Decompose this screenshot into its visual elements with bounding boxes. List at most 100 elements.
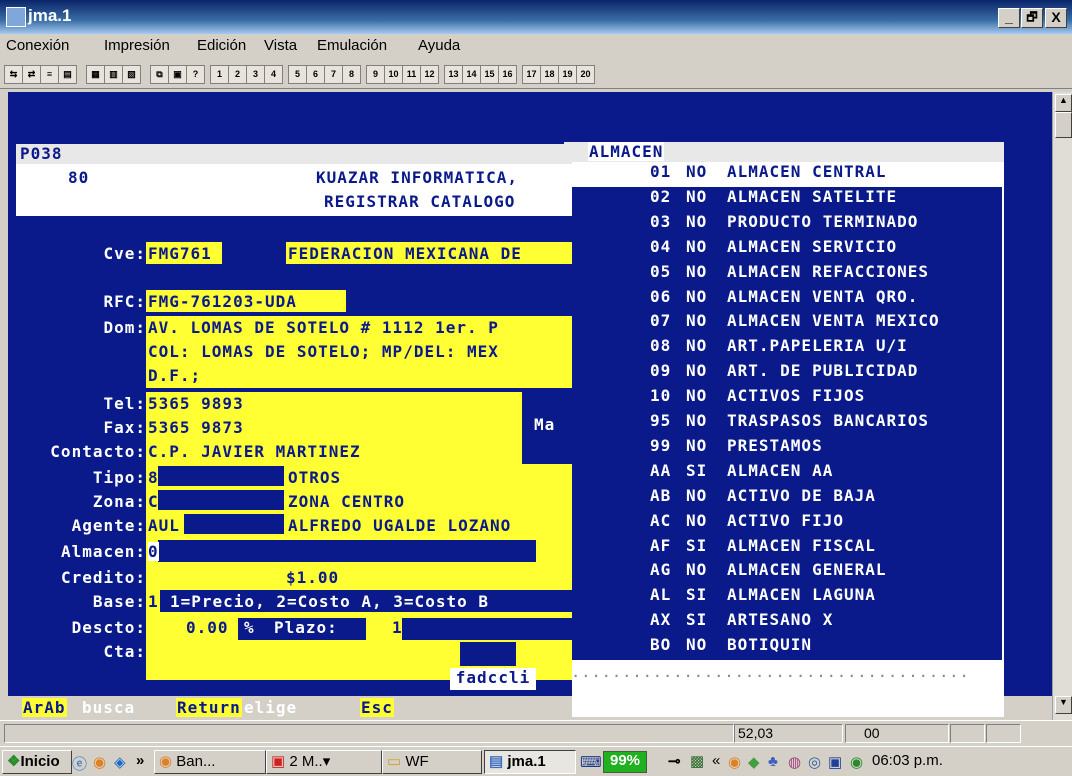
almacen-list-item[interactable]: 95 NO TRASPASOS BANCARIOS <box>572 411 1002 436</box>
fkey-button[interactable]: 6 <box>306 65 325 84</box>
almacen-list-item[interactable]: AB NO ACTIVO DE BAJA <box>572 486 1002 511</box>
fkey-button[interactable]: 1 <box>210 65 229 84</box>
almacen-input[interactable]: 0 <box>148 542 159 561</box>
agente-input[interactable]: AUL <box>148 516 180 535</box>
fkey-button[interactable]: 15 <box>480 65 499 84</box>
tray-icon-3[interactable]: ♣ <box>768 753 778 770</box>
print-screen-icon[interactable]: ▦ <box>86 65 105 84</box>
tray-icon-7[interactable]: ◉ <box>850 753 863 771</box>
copy-icon[interactable]: ⧉ <box>150 65 169 84</box>
menu-impresion[interactable]: Impresión <box>104 37 170 54</box>
fkey-button[interactable]: 16 <box>498 65 517 84</box>
tray-icon-1[interactable]: ◉ <box>728 753 741 771</box>
credito-input[interactable]: $1.00 <box>286 568 339 587</box>
dom-line1[interactable]: AV. LOMAS DE SOTELO # 1112 1er. P <box>148 318 499 337</box>
descto-input[interactable]: 0.00 <box>186 618 229 637</box>
almacen-list-item[interactable]: AC NO ACTIVO FIJO <box>572 511 1002 536</box>
dom-line3[interactable]: D.F.; <box>148 366 201 385</box>
zona-input[interactable]: CE <box>148 492 169 511</box>
almacen-list-item[interactable]: 10 NO ACTIVOS FIJOS <box>572 386 1002 411</box>
mail-icon[interactable]: ◉ <box>93 753 106 771</box>
almacen-list-item[interactable]: AA SI ALMACEN AA <box>572 461 1002 486</box>
almacen-list-item[interactable]: 03 NO PRODUCTO TERMINADO <box>572 212 1002 237</box>
vertical-scrollbar[interactable]: ▲ ▼ <box>1052 92 1072 720</box>
tel-input[interactable]: 5365 9893 <box>148 394 244 413</box>
tray-icon-4[interactable]: ◍ <box>788 753 801 771</box>
menu-emulacion[interactable]: Emulación <box>317 37 387 54</box>
task-group[interactable]: ▣ 2 M..▾ <box>266 750 382 774</box>
plazo-input[interactable]: 1 <box>392 618 403 637</box>
keyboard-icon[interactable]: ⌨ <box>580 753 602 771</box>
fkey-button[interactable]: 7 <box>324 65 343 84</box>
connect-icon[interactable]: ⇆ <box>4 65 23 84</box>
tray-expand-icon[interactable]: « <box>712 752 720 769</box>
print-setup-icon[interactable]: ▥ <box>104 65 123 84</box>
fkey-button[interactable]: 4 <box>264 65 283 84</box>
close-button[interactable]: X <box>1045 8 1067 28</box>
scroll-thumb[interactable] <box>1055 112 1072 138</box>
network-icon[interactable]: ▩ <box>690 752 704 770</box>
almacen-list-item[interactable]: 01 NO ALMACEN CENTRAL <box>572 162 1002 187</box>
almacen-list-item[interactable]: AL SI ALMACEN LAGUNA <box>572 585 1002 610</box>
fkey-button[interactable]: 12 <box>420 65 439 84</box>
fkey-button[interactable]: 8 <box>342 65 361 84</box>
fkey-button[interactable]: 9 <box>366 65 385 84</box>
help-icon[interactable]: ? <box>186 65 205 84</box>
fkey-button[interactable]: 2 <box>228 65 247 84</box>
task-wf[interactable]: ▭ WF <box>382 750 482 774</box>
menu-vista[interactable]: Vista <box>264 37 297 54</box>
tipo-input[interactable]: 8 <box>148 468 159 487</box>
base-input[interactable]: 1 <box>148 592 159 611</box>
cve-input[interactable]: FMG761 <box>148 244 212 263</box>
print-preview-icon[interactable]: ▧ <box>122 65 141 84</box>
almacen-list-item[interactable]: AX SI ARTESANO X <box>572 610 1002 635</box>
fkey-button[interactable]: 10 <box>384 65 403 84</box>
fkey-button[interactable]: 13 <box>444 65 463 84</box>
fkey-button[interactable]: 18 <box>540 65 559 84</box>
maximize-button[interactable]: 🗗 <box>1021 8 1043 28</box>
almacen-list-item[interactable]: AF SI ALMACEN FISCAL <box>572 536 1002 561</box>
scroll-down-icon[interactable]: ▼ <box>1055 696 1072 714</box>
power-icon[interactable]: ⊸ <box>668 752 681 770</box>
minimize-button[interactable]: _ <box>998 8 1020 28</box>
paste-icon[interactable]: ▣ <box>168 65 187 84</box>
fkey-button[interactable]: 14 <box>462 65 481 84</box>
almacen-list-item[interactable]: AG NO ALMACEN GENERAL <box>572 560 1002 585</box>
almacen-list-item[interactable]: 07 NO ALMACEN VENTA MEXICO <box>572 311 1002 336</box>
tray-icon-5[interactable]: ◎ <box>808 753 821 771</box>
desktop-icon[interactable]: ◈ <box>114 753 126 771</box>
tray-icon-2[interactable]: ◆ <box>748 753 760 771</box>
start-button[interactable]: ❖Inicio <box>2 750 72 774</box>
tray-icon-6[interactable]: ▣ <box>828 753 842 771</box>
almacen-list-item[interactable]: 08 NO ART.PAPELERIA U/I <box>572 336 1002 361</box>
browser-icon[interactable]: ⓔ <box>72 753 87 774</box>
session-icon[interactable]: ≡ <box>40 65 59 84</box>
task-jma[interactable]: ▤ jma.1 <box>484 750 576 774</box>
fkey-button[interactable]: 19 <box>558 65 577 84</box>
fkey-button[interactable]: 5 <box>288 65 307 84</box>
almacen-list-item[interactable]: 02 NO ALMACEN SATELITE <box>572 187 1002 212</box>
fax-input[interactable]: 5365 9873 <box>148 418 244 437</box>
almacen-list-item[interactable]: 04 NO ALMACEN SERVICIO <box>572 237 1002 262</box>
dom-line2[interactable]: COL: LOMAS DE SOTELO; MP/DEL: MEX <box>148 342 499 361</box>
fkey-button[interactable]: 20 <box>576 65 595 84</box>
fkey-button[interactable]: 3 <box>246 65 265 84</box>
almacen-list[interactable]: 01 NO ALMACEN CENTRAL 02 NO ALMACEN SATELITE 0… <box>572 162 1002 660</box>
task-ban[interactable]: ◉ Ban... <box>154 750 266 774</box>
menu-edicion[interactable]: Edición <box>197 37 246 54</box>
fkey-button[interactable]: 17 <box>522 65 541 84</box>
almacen-list-item[interactable]: BO NO BOTIQUIN <box>572 635 1002 660</box>
fkey-button[interactable]: 11 <box>402 65 421 84</box>
menu-ayuda[interactable]: Ayuda <box>418 37 460 54</box>
rfc-input[interactable]: FMG-761203-UDA <box>148 292 297 311</box>
almacen-list-item[interactable]: 99 NO PRESTAMOS <box>572 436 1002 461</box>
scroll-up-icon[interactable]: ▲ <box>1055 94 1072 112</box>
almacen-list-item[interactable]: 05 NO ALMACEN REFACCIONES <box>572 262 1002 287</box>
print-icon[interactable]: ▤ <box>58 65 77 84</box>
almacen-list-item[interactable]: 06 NO ALMACEN VENTA QRO. <box>572 287 1002 312</box>
quicklaunch-more[interactable]: » <box>136 752 144 769</box>
disconnect-icon[interactable]: ⇄ <box>22 65 41 84</box>
almacen-list-item[interactable]: 09 NO ART. DE PUBLICIDAD <box>572 361 1002 386</box>
menu-conexion[interactable]: Conexión <box>6 37 69 54</box>
contacto-input[interactable]: C.P. JAVIER MARTINEZ <box>148 442 361 461</box>
